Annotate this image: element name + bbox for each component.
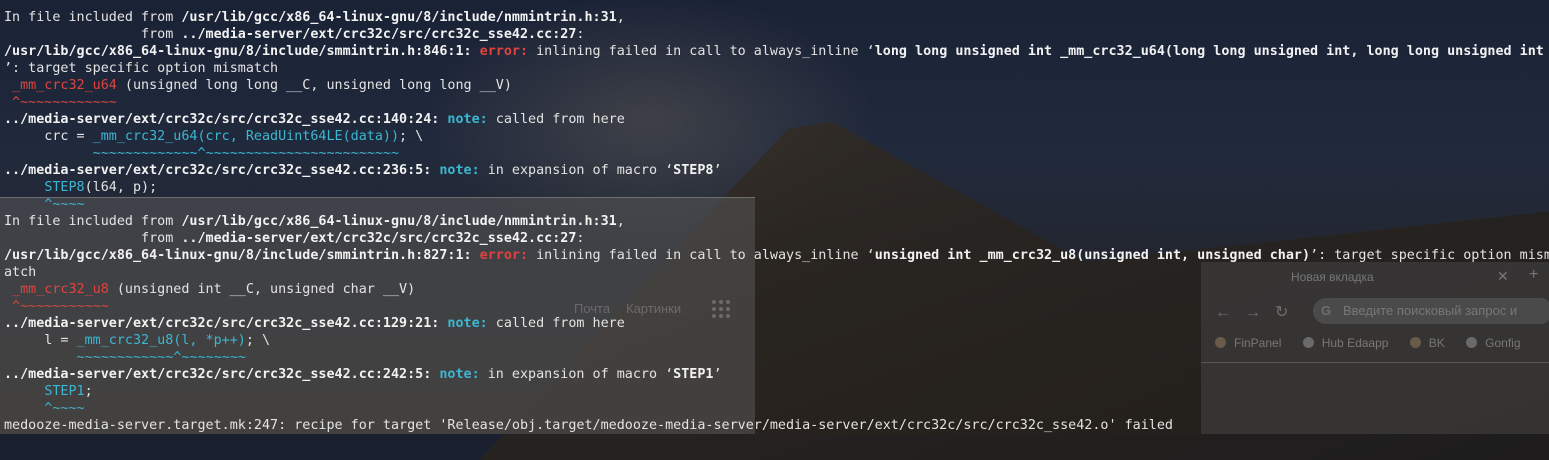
terminal-text-segment: called from here xyxy=(487,112,625,127)
terminal-text-segment: ’: target specific option mismatch xyxy=(4,61,279,76)
terminal-text-segment: ../media-server/ext/crc32c/src/crc32c_ss… xyxy=(181,27,577,42)
terminal-text-segment: ; xyxy=(84,384,93,399)
terminal-line: /usr/lib/gcc/x86_64-linux-gnu/8/include/… xyxy=(0,43,1549,60)
terminal-text-segment: ^~~~~~~~~~~~~ xyxy=(4,95,117,110)
terminal-line: ../media-server/ext/crc32c/src/crc32c_ss… xyxy=(0,315,1549,332)
terminal-text-segment: in expansion of macro ‘ xyxy=(479,367,674,382)
terminal-line: from ../media-server/ext/crc32c/src/crc3… xyxy=(0,26,1549,43)
terminal-text-segment: /usr/lib/gcc/x86_64-linux-gnu/8/include/… xyxy=(181,10,617,25)
terminal-text-segment: STEP8 xyxy=(44,180,85,195)
terminal-text-segment: error: xyxy=(479,44,529,59)
terminal-text-segment: , xyxy=(616,214,625,229)
terminal-text-segment: In file included from xyxy=(4,10,182,25)
terminal-text-segment: inlining failed in call to always_inline… xyxy=(528,44,875,59)
terminal-text-segment: _mm_crc32_u64 xyxy=(12,78,117,93)
terminal-line: ’: target specific option mismatch xyxy=(0,60,1549,77)
terminal-line: In file included from /usr/lib/gcc/x86_6… xyxy=(0,9,1549,26)
terminal-line: In file included from /usr/lib/gcc/x86_6… xyxy=(0,213,1549,230)
terminal-text-segment: ../media-server/ext/crc32c/src/crc32c_ss… xyxy=(4,316,440,331)
terminal-text-segment: ’ xyxy=(713,163,722,178)
terminal-text-segment: ; \ xyxy=(245,333,271,348)
terminal-text-segment: STEP1 xyxy=(673,367,714,382)
terminal-text-segment: l = xyxy=(4,333,77,348)
terminal-text-segment: , xyxy=(616,10,625,25)
terminal-line: STEP1; xyxy=(0,383,1549,400)
terminal-line: _mm_crc32_u8 (unsigned int __C, unsigned… xyxy=(0,281,1549,298)
terminal-text-segment: /usr/lib/gcc/x86_64-linux-gnu/8/include/… xyxy=(181,214,617,229)
terminal-text-segment: (l64, p); xyxy=(84,180,158,195)
terminal-text-segment: /usr/lib/gcc/x86_64-linux-gnu/8/include/… xyxy=(4,44,472,59)
terminal-text-segment: unsigned int _mm_crc32_u8(unsigned int, … xyxy=(874,248,1311,263)
terminal-line: ../media-server/ext/crc32c/src/crc32c_ss… xyxy=(0,111,1549,128)
terminal-line: _mm_crc32_u64 (unsigned long long __C, u… xyxy=(0,77,1549,94)
terminal-text-segment: ../media-server/ext/crc32c/src/crc32c_ss… xyxy=(4,163,432,178)
terminal-output[interactable]: In file included from /usr/lib/gcc/x86_6… xyxy=(0,0,1549,434)
terminal-line-partial xyxy=(0,0,1549,9)
terminal-line: ~~~~~~~~~~~~~^~~~~~~~~~~~~~~~~~~~~~~~~ xyxy=(0,145,1549,162)
terminal-text-segment: STEP8 xyxy=(673,163,714,178)
terminal-text-segment: STEP1 xyxy=(44,384,85,399)
terminal-text-segment: ../media-server/ext/crc32c/src/crc32c_ss… xyxy=(4,367,432,382)
terminal-text-segment: ~~~~~~~~~~~~~^~~~~~~~~~~~~~~~~~~~~~~~~ xyxy=(4,146,400,161)
terminal-line: /usr/lib/gcc/x86_64-linux-gnu/8/include/… xyxy=(0,247,1549,264)
terminal-text-segment: note: xyxy=(447,316,488,331)
terminal-text-segment: long long unsigned int _mm_crc32_u64(lon… xyxy=(874,44,1544,59)
terminal-text-segment: ’: target specific option mism xyxy=(1310,248,1549,263)
terminal-text-segment: atch xyxy=(4,265,37,280)
terminal-text-segment: ; \ xyxy=(399,129,424,144)
terminal-line: ~~~~~~~~~~~~^~~~~~~~~ xyxy=(0,349,1549,366)
terminal-line: crc = _mm_crc32_u64(crc, ReadUint64LE(da… xyxy=(0,128,1549,145)
terminal-text-segment: error: xyxy=(479,248,529,263)
terminal-text-segment: ’ xyxy=(713,367,722,382)
terminal-line: from ../media-server/ext/crc32c/src/crc3… xyxy=(0,230,1549,247)
terminal-text-segment: note: xyxy=(439,163,480,178)
terminal-text-segment: _mm_crc32_u8 xyxy=(12,282,109,297)
terminal-text-segment: ^~~~~ xyxy=(4,197,85,212)
terminal-text-segment: : xyxy=(576,231,585,246)
terminal-text-segment: (unsigned long long __C, unsigned long l… xyxy=(116,78,512,93)
terminal-text-segment: crc = xyxy=(4,129,93,144)
terminal-line: medooze-media-server.target.mk:247: reci… xyxy=(0,417,1549,434)
terminal-text-segment: ^~~~~~~~~~~~ xyxy=(4,299,109,314)
terminal-text-segment: ../media-server/ext/crc32c/src/crc32c_ss… xyxy=(4,112,440,127)
terminal-text-segment: note: xyxy=(447,112,488,127)
terminal-text-segment: _mm_crc32_u64(crc, ReadUint64LE(data)) xyxy=(92,129,400,144)
terminal-line: atch xyxy=(0,264,1549,281)
terminal-line: ^~~~~ xyxy=(0,400,1549,417)
terminal-text-segment: from xyxy=(4,27,182,42)
terminal-text-segment: _mm_crc32_u8(l, *p++) xyxy=(76,333,246,348)
terminal-line: ../media-server/ext/crc32c/src/crc32c_ss… xyxy=(0,366,1549,383)
terminal-text-segment: : xyxy=(576,27,585,42)
terminal-line: l = _mm_crc32_u8(l, *p++); \ xyxy=(0,332,1549,349)
terminal-line: ^~~~~~~~~~~~ xyxy=(0,298,1549,315)
terminal-text-segment: /usr/lib/gcc/x86_64-linux-gnu/8/include/… xyxy=(4,248,472,263)
terminal-text-segment: from xyxy=(4,231,182,246)
terminal-text-segment: ~~~~~~~~~~~~^~~~~~~~~ xyxy=(4,350,246,365)
terminal-text-segment: (unsigned int __C, unsigned char __V) xyxy=(108,282,416,297)
terminal-text-segment: ^~~~~ xyxy=(4,401,85,416)
terminal-line: ^~~~~~~~~~~~~ xyxy=(0,94,1549,111)
terminal-text-segment: inlining failed in call to always_inline… xyxy=(528,248,875,263)
terminal-text-segment: ../media-server/ext/crc32c/src/crc32c_ss… xyxy=(181,231,577,246)
terminal-text-segment: note: xyxy=(439,367,480,382)
terminal-line: STEP8(l64, p); xyxy=(0,179,1549,196)
terminal-text-segment: In file included from xyxy=(4,214,182,229)
terminal-line: ^~~~~ xyxy=(0,196,1549,213)
terminal-text-segment: called from here xyxy=(487,316,625,331)
terminal-text-segment: in expansion of macro ‘ xyxy=(479,163,674,178)
terminal-line: ../media-server/ext/crc32c/src/crc32c_ss… xyxy=(0,162,1549,179)
terminal-text-segment: medooze-media-server.target.mk:247: reci… xyxy=(4,418,1173,433)
